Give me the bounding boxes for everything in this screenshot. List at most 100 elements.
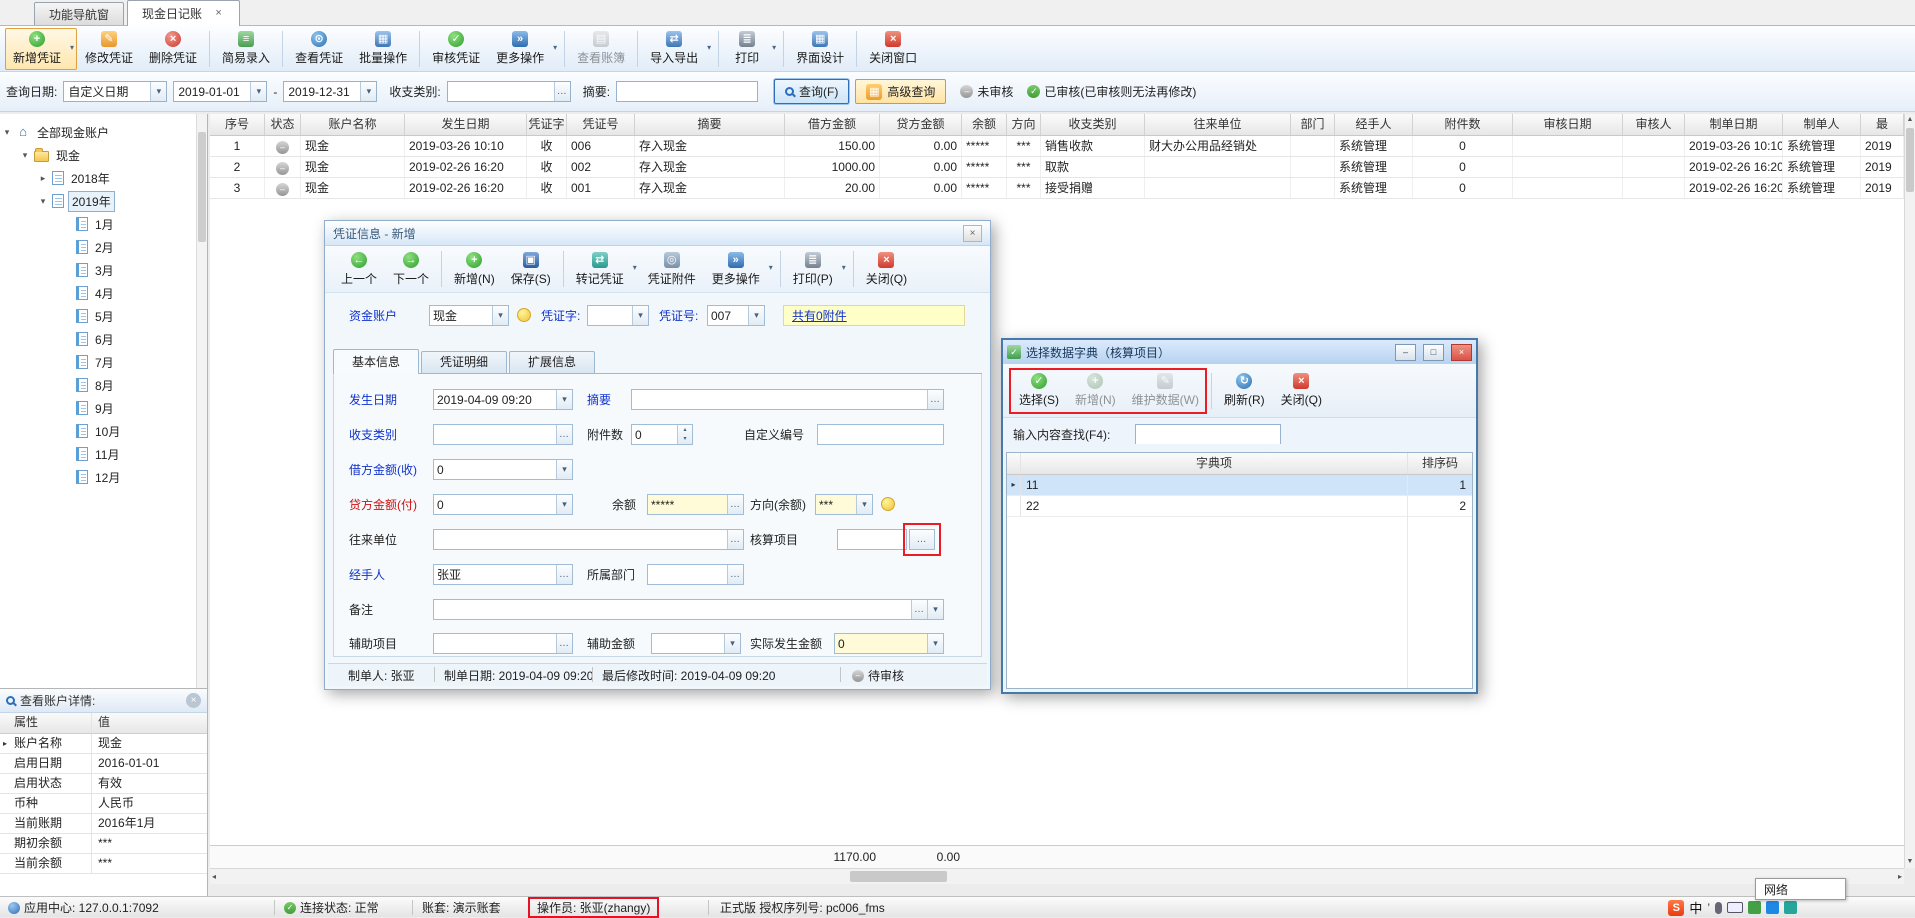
fund-account-select[interactable]: 现金 xyxy=(429,305,509,326)
voucher-dialog-titlebar[interactable]: 凭证信息 - 新增 xyxy=(325,221,990,246)
attach-count-stepper[interactable]: 0 xyxy=(631,424,693,445)
date-mode-select[interactable]: 自定义日期 xyxy=(63,81,167,102)
direction-select[interactable]: *** xyxy=(815,494,873,515)
column-header[interactable]: 附件数 xyxy=(1413,114,1513,135)
chevron-down-icon[interactable] xyxy=(927,634,943,653)
column-header[interactable]: 摘要 xyxy=(635,114,785,135)
detail-prop-header[interactable]: 属性 xyxy=(0,713,92,733)
tab-function-navigator[interactable]: 功能导航窗 xyxy=(34,2,124,25)
detail-row[interactable]: 期初余额*** xyxy=(0,834,207,854)
column-header[interactable]: 往来单位 xyxy=(1145,114,1291,135)
spinner-icon[interactable] xyxy=(677,425,692,444)
chevron-down-icon[interactable] xyxy=(556,460,572,479)
column-header[interactable]: 发生日期 xyxy=(405,114,527,135)
tab-voucher-detail[interactable]: 凭证明细 xyxy=(421,351,507,373)
ellipsis-button[interactable] xyxy=(554,82,570,101)
ellipsis-button[interactable] xyxy=(556,634,572,653)
next-button[interactable]: 下一个 xyxy=(385,247,437,291)
attachments-link-box[interactable]: 共有0附件 xyxy=(783,305,965,326)
expander-icon[interactable] xyxy=(38,173,48,184)
tree-node-cash[interactable]: 现金 xyxy=(20,145,83,165)
edit-voucher-button[interactable]: 修改凭证 xyxy=(77,28,141,70)
ime-punctuation-icon[interactable]: ’ xyxy=(1707,901,1710,915)
ellipsis-button[interactable] xyxy=(927,390,943,409)
tree-node-month-9[interactable]: 9月 xyxy=(62,398,117,418)
chevron-down-icon[interactable] xyxy=(556,495,572,514)
chevron-down-icon[interactable] xyxy=(632,306,648,325)
remark-field[interactable] xyxy=(433,599,944,620)
ellipsis-button[interactable] xyxy=(727,565,743,584)
tree-node-month-2[interactable]: 2月 xyxy=(62,237,117,257)
bulb-icon[interactable] xyxy=(517,308,531,322)
scroll-down-arrow[interactable]: ▼ xyxy=(1905,856,1915,868)
dict-sort-header[interactable]: 排序码 xyxy=(1408,453,1472,474)
handler-field[interactable]: 张亚 xyxy=(433,564,573,585)
detail-row[interactable]: 启用日期2016-01-01 xyxy=(0,754,207,774)
close-detail-icon[interactable] xyxy=(186,693,201,708)
credit-field[interactable]: 0 xyxy=(433,494,573,515)
close-button[interactable]: 关闭(Q) xyxy=(1273,367,1330,415)
tree-node-month-6[interactable]: 6月 xyxy=(62,329,117,349)
accounting-item-field[interactable] xyxy=(837,529,907,550)
detail-row[interactable]: 启用状态有效 xyxy=(0,774,207,794)
print-button[interactable]: 打印(P) xyxy=(785,247,849,291)
chevron-down-icon[interactable] xyxy=(360,82,376,101)
column-header[interactable]: 制单人 xyxy=(1783,114,1861,135)
advanced-search-button[interactable]: 高级查询 xyxy=(855,79,946,104)
expander-icon[interactable] xyxy=(20,150,30,161)
minimize-button[interactable] xyxy=(1395,344,1416,361)
voucher-no-input[interactable]: 007 xyxy=(707,305,765,326)
chevron-down-icon[interactable] xyxy=(856,495,872,514)
close-dialog-button[interactable] xyxy=(963,225,982,242)
scroll-right-arrow[interactable]: ▸ xyxy=(1898,869,1902,884)
close-button[interactable] xyxy=(1451,344,1472,361)
scroll-left-arrow[interactable]: ◂ xyxy=(212,869,216,884)
detail-row[interactable]: 当前余额*** xyxy=(0,854,207,874)
detail-row[interactable]: 当前账期2016年1月 xyxy=(0,814,207,834)
tree-node-month-1[interactable]: 1月 xyxy=(62,214,117,234)
new-button[interactable]: 新增(N) xyxy=(446,247,503,291)
tree-node-month-7[interactable]: 7月 xyxy=(62,352,117,372)
tree-node-month-8[interactable]: 8月 xyxy=(62,375,117,395)
date-field[interactable]: 2019-04-09 09:20 xyxy=(433,389,573,410)
summary-input[interactable] xyxy=(617,82,757,101)
ellipsis-button[interactable] xyxy=(727,495,743,514)
expander-icon[interactable] xyxy=(2,127,12,138)
refresh-button[interactable]: 刷新(R) xyxy=(1216,367,1273,415)
accounting-item-picker-button[interactable] xyxy=(909,529,935,550)
summary-field[interactable] xyxy=(631,389,944,410)
column-header[interactable]: 方向 xyxy=(1007,114,1041,135)
tray-icon-teal[interactable] xyxy=(1784,901,1797,914)
batch-operation-button[interactable]: 批量操作 xyxy=(351,28,415,70)
column-header[interactable]: 账户名称 xyxy=(301,114,405,135)
chevron-down-icon[interactable] xyxy=(556,390,572,409)
vertical-scrollbar[interactable]: ▲ ▼ xyxy=(1904,114,1915,868)
tree-node-year-0[interactable]: 2018年 xyxy=(38,168,113,188)
dict-search-field[interactable] xyxy=(1135,424,1281,444)
column-header[interactable]: 凭证字 xyxy=(527,114,567,135)
tree-scrollbar[interactable] xyxy=(196,114,207,688)
detail-value-header[interactable]: 值 xyxy=(92,713,207,733)
category-field[interactable] xyxy=(433,424,573,445)
close-window-button[interactable]: 关闭窗口 xyxy=(861,28,925,70)
column-header[interactable]: 状态 xyxy=(265,114,301,135)
column-header[interactable]: 余额 xyxy=(962,114,1007,135)
voucher-word-select[interactable] xyxy=(587,305,649,326)
category-field[interactable] xyxy=(447,81,571,102)
column-header[interactable]: 贷方金额 xyxy=(880,114,962,135)
date-to-picker[interactable]: 2019-12-31 xyxy=(283,81,377,102)
date-from-picker[interactable]: 2019-01-01 xyxy=(173,81,267,102)
audit-voucher-button[interactable]: 审核凭证 xyxy=(424,28,488,70)
maximize-button[interactable] xyxy=(1423,344,1444,361)
tree-node-month-11[interactable]: 11月 xyxy=(62,444,122,464)
view-voucher-button[interactable]: 查看凭证 xyxy=(287,28,351,70)
column-header[interactable]: 最 xyxy=(1861,114,1904,135)
chevron-down-icon[interactable] xyxy=(250,82,266,101)
column-header[interactable]: 审核人 xyxy=(1623,114,1685,135)
print-button[interactable]: 打印 xyxy=(723,28,779,70)
detail-row[interactable]: 账户名称现金 xyxy=(0,734,207,754)
tree-node-month-4[interactable]: 4月 xyxy=(62,283,117,303)
import-export-button[interactable]: 导入导出 xyxy=(642,28,714,70)
more-operations-button[interactable]: 更多操作 xyxy=(704,247,776,291)
tree-root-all-cash-accounts[interactable]: 全部现金账户 xyxy=(2,122,112,142)
